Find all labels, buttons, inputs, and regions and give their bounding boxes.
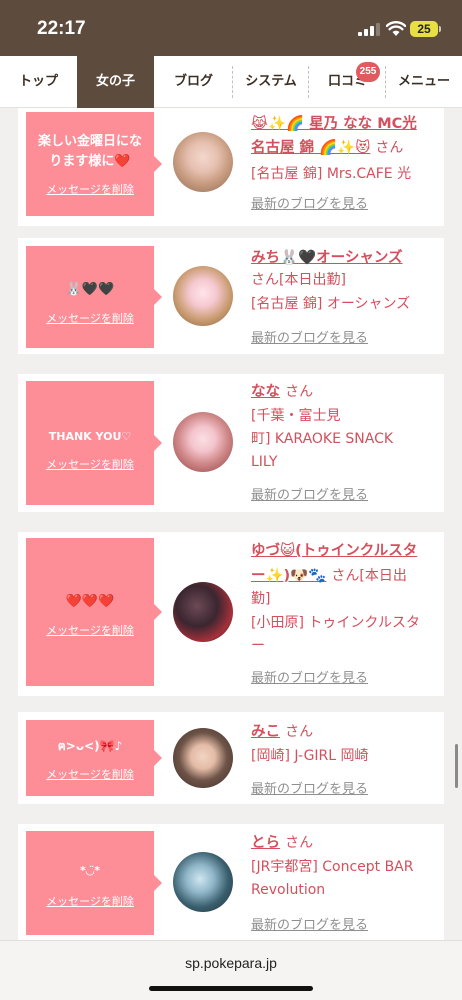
girl-name[interactable]: みこ: [251, 724, 280, 740]
browser-url-bar[interactable]: sp.pokepara.jp: [0, 940, 462, 1000]
home-indicator[interactable]: [149, 986, 313, 991]
main-nav: トップ 女の子 ブログ システム 口コミ メニュー: [0, 56, 462, 108]
latest-blog-link[interactable]: 最新のブログを見る: [251, 667, 368, 686]
honorific: さん: [285, 835, 314, 851]
list-item: ฅ>ᴗ<)🎀♪ メッセージを削除 みこ さん [岡崎] J-GIRL 岡崎 最新…: [18, 712, 444, 804]
avatar[interactable]: [173, 852, 233, 912]
review-count-badge: 255: [356, 62, 380, 82]
girl-name[interactable]: 😹✨🌈 星乃 なな MC光: [251, 116, 417, 132]
avatar[interactable]: [173, 266, 233, 326]
girl-name[interactable]: みち🐰🖤オーシャンズ: [251, 250, 403, 266]
honorific-status: さん[本日出勤]: [251, 272, 346, 288]
shop-name: [名古屋 錦] Mrs.CAFE 光: [251, 166, 412, 182]
honorific: さん: [285, 384, 314, 400]
tab-system[interactable]: システム: [233, 56, 309, 108]
wifi-icon: [386, 21, 406, 36]
message-bubble: 🐰🖤🖤 メッセージを削除: [26, 246, 162, 348]
message-bubble: ❤️❤️❤️ メッセージを削除: [26, 538, 162, 686]
honorific: さん: [285, 724, 314, 740]
list-item: ❤️❤️❤️ メッセージを削除 ゆづ😺(トゥインクルスタ ー✨)🐶🐾 さん[本日…: [18, 532, 444, 696]
latest-blog-link[interactable]: 最新のブログを見る: [251, 193, 368, 212]
honorific-status: さん[本日出: [331, 568, 407, 584]
shop-name: [JR宇都宮] Concept BAR: [251, 859, 414, 875]
message-bubble: 楽しい金曜日にな ります様に❤️ メッセージを削除: [26, 112, 162, 216]
avatar[interactable]: [173, 582, 233, 642]
latest-blog-link[interactable]: 最新のブログを見る: [251, 914, 368, 933]
clock: 22:17: [37, 18, 86, 39]
shop-name: [千葉・富士見: [251, 408, 341, 424]
shop-name: ー: [251, 638, 265, 654]
battery-tip: [439, 26, 441, 32]
message-text: 🐰🖤🖤: [65, 282, 115, 297]
message-bubble: ฅ>ᴗ<)🎀♪ メッセージを削除: [26, 720, 162, 796]
delete-message-link[interactable]: メッセージを削除: [26, 766, 154, 782]
girl-name[interactable]: ー✨)🐶🐾: [251, 568, 326, 584]
delete-message-link[interactable]: メッセージを削除: [26, 181, 154, 197]
message-text: ฅ>ᴗ<)🎀♪: [57, 739, 123, 753]
signal-icon: [358, 23, 380, 36]
latest-blog-link[interactable]: 最新のブログを見る: [251, 327, 368, 346]
latest-blog-link[interactable]: 最新のブログを見る: [251, 778, 368, 797]
girl-name[interactable]: なな: [251, 384, 280, 400]
girl-name[interactable]: 名古屋 錦 🌈✨😻: [251, 140, 370, 156]
url-text[interactable]: sp.pokepara.jp: [0, 955, 462, 971]
tab-top[interactable]: トップ: [0, 56, 77, 108]
message-bubble: *◡̈* メッセージを削除: [26, 831, 162, 935]
list-item: THANK YOU♡ メッセージを削除 なな さん [千葉・富士見 町] KAR…: [18, 374, 444, 512]
list-item: *◡̈* メッセージを削除 とら さん [JR宇都宮] Concept BAR …: [18, 824, 444, 940]
message-text: 楽しい金曜日にな: [37, 134, 142, 149]
list-item: 楽しい金曜日にな ります様に❤️ メッセージを削除 😹✨🌈 星乃 なな MC光 …: [18, 108, 444, 226]
tab-menu[interactable]: メニュー: [386, 56, 462, 108]
latest-blog-link[interactable]: 最新のブログを見る: [251, 484, 368, 503]
honorific: さん: [375, 140, 404, 156]
message-text: ります様に❤️: [49, 154, 131, 169]
shop-name: LILY: [251, 454, 278, 470]
shop-name: Revolution: [251, 882, 326, 898]
tab-blog[interactable]: ブログ: [154, 56, 233, 108]
shop-name: 町] KARAOKE SNACK: [251, 431, 394, 447]
status-bar: 22:17 25: [0, 0, 462, 56]
girl-name[interactable]: ゆづ😺(トゥインクルスタ: [251, 543, 417, 559]
delete-message-link[interactable]: メッセージを削除: [26, 622, 154, 638]
shop-name: [名古屋 錦] オーシャンズ: [251, 296, 411, 312]
delete-message-link[interactable]: メッセージを削除: [26, 310, 154, 326]
scrollbar[interactable]: [455, 744, 458, 788]
delete-message-link[interactable]: メッセージを削除: [26, 893, 154, 909]
shop-name: [岡崎] J-GIRL 岡崎: [251, 748, 369, 764]
girl-name[interactable]: とら: [251, 835, 280, 851]
work-status: 勤]: [251, 591, 271, 607]
tab-girls[interactable]: 女の子: [77, 56, 154, 108]
avatar[interactable]: [173, 132, 233, 192]
message-text: *◡̈*: [80, 864, 100, 877]
shop-name: [小田原] トゥインクルスタ: [251, 615, 420, 631]
battery-icon: 25: [410, 21, 438, 37]
list-item: 🐰🖤🖤 メッセージを削除 みち🐰🖤オーシャンズ さん[本日出勤] [名古屋 錦]…: [18, 238, 444, 354]
message-text: ❤️❤️❤️: [65, 594, 115, 609]
message-text: THANK YOU♡: [48, 430, 132, 443]
avatar[interactable]: [173, 412, 233, 472]
delete-message-link[interactable]: メッセージを削除: [26, 456, 154, 472]
message-bubble: THANK YOU♡ メッセージを削除: [26, 381, 162, 505]
avatar[interactable]: [173, 728, 233, 788]
